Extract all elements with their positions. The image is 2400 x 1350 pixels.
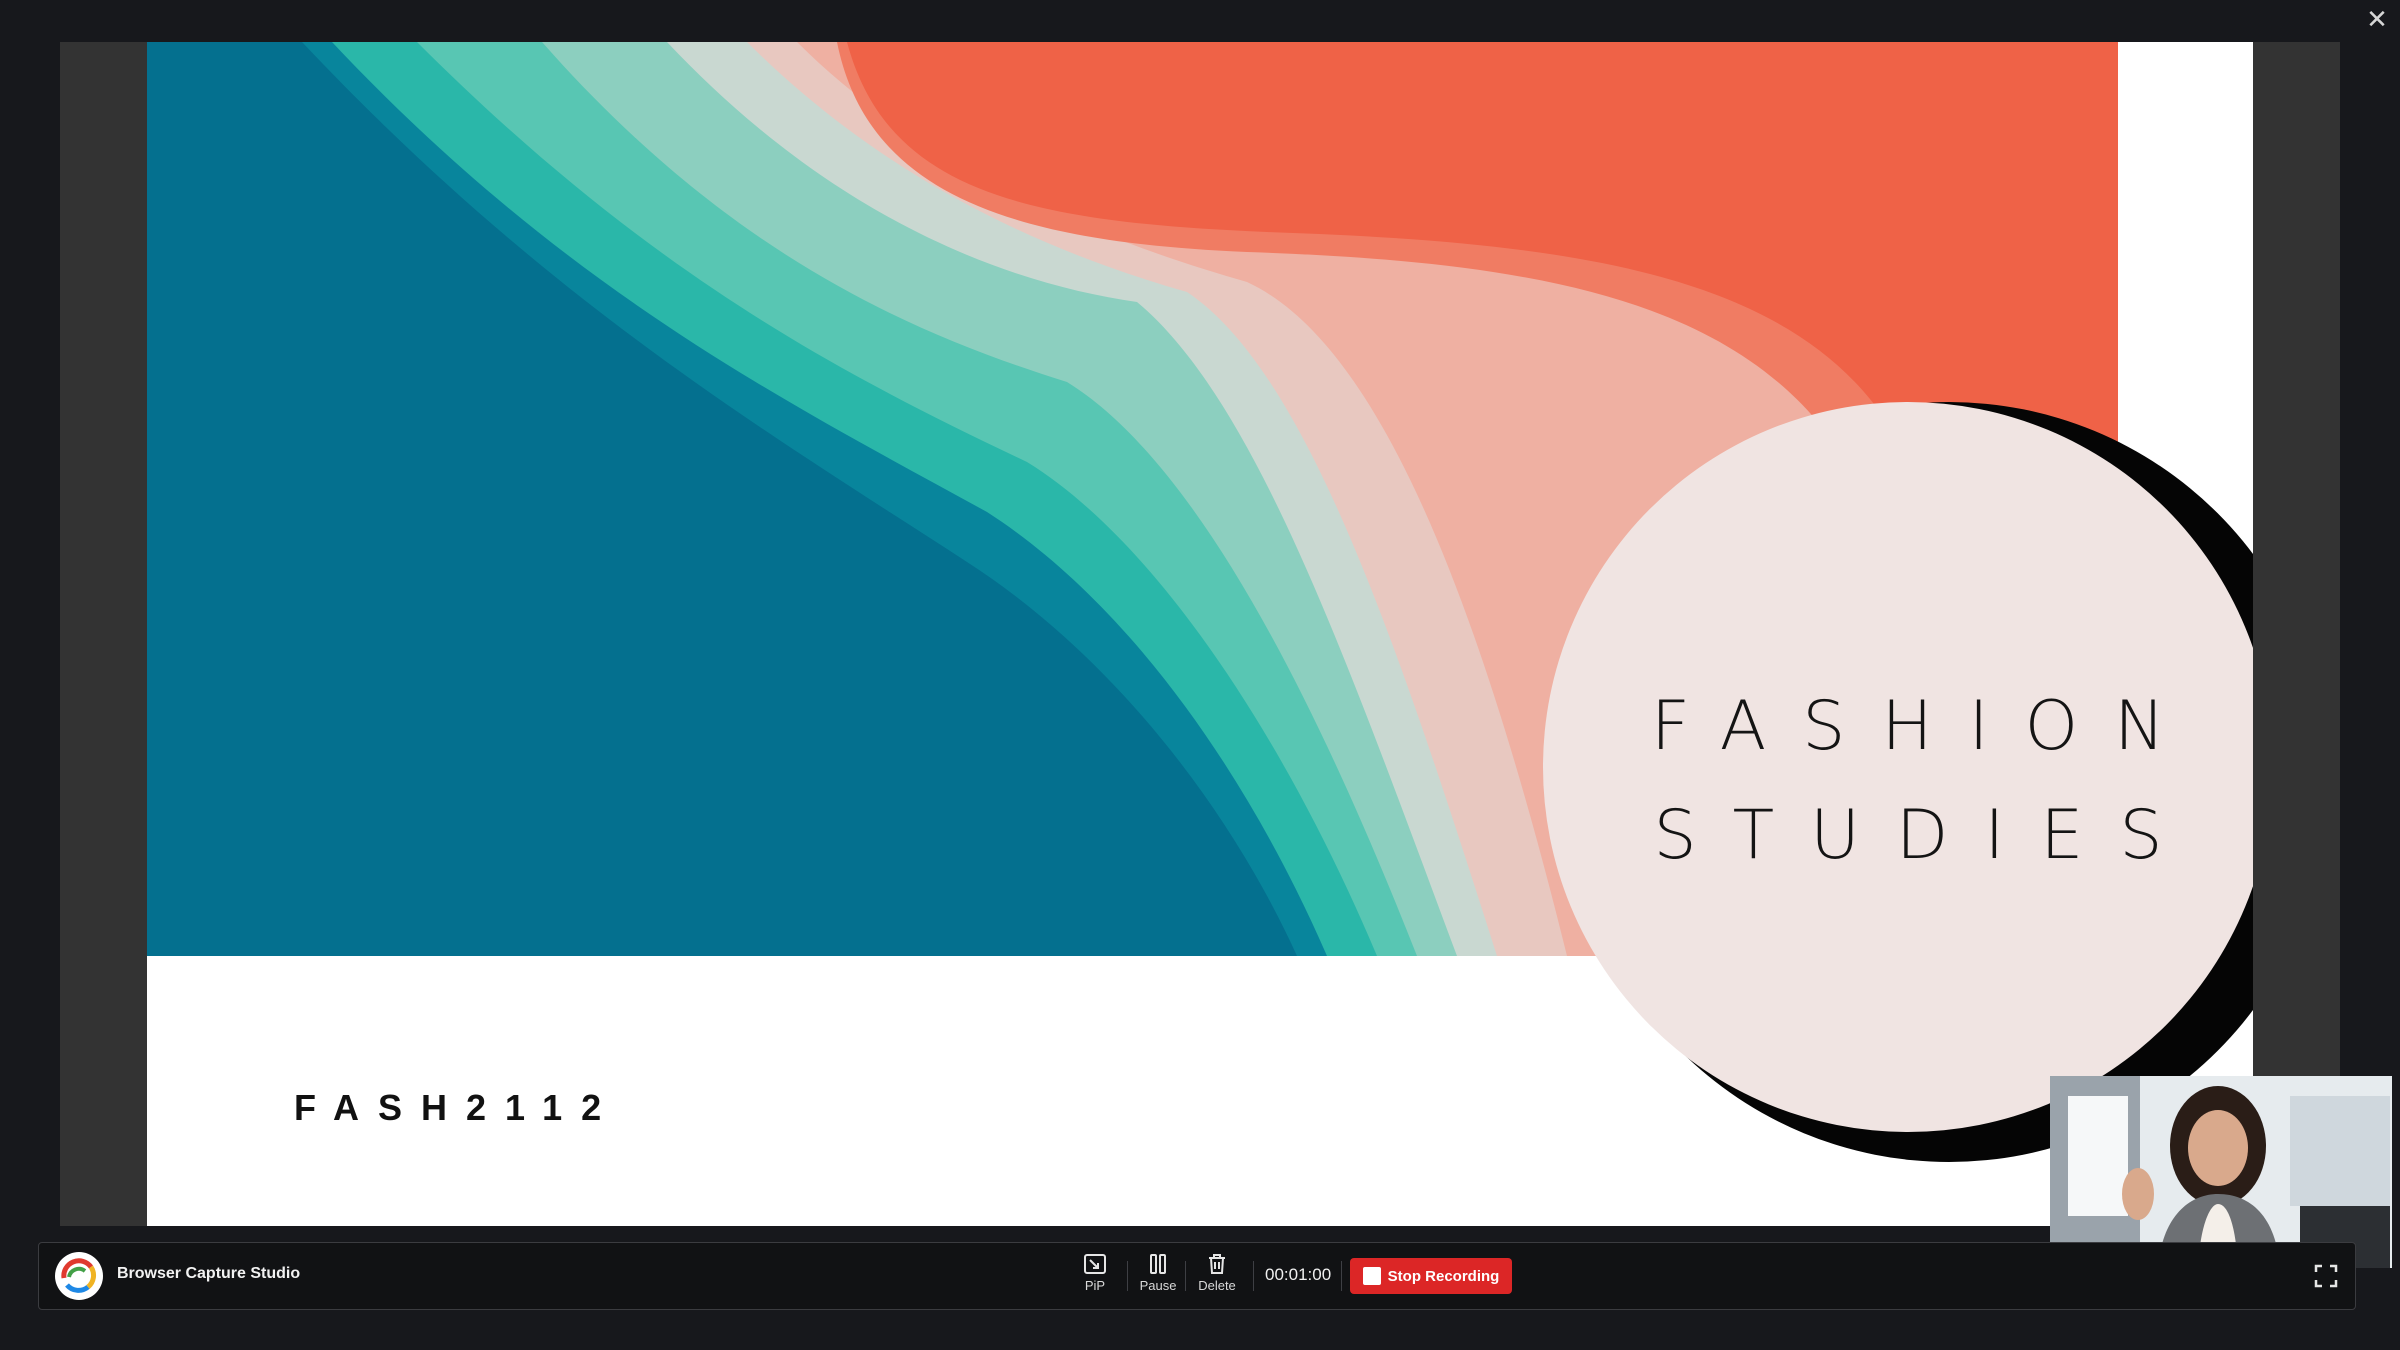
slide-title-line2: STUDIES xyxy=(1653,796,2199,875)
webcam-overlay[interactable] xyxy=(2050,1076,2392,1268)
pause-button[interactable]: Pause xyxy=(1133,1253,1183,1301)
stop-recording-button[interactable]: Stop Recording xyxy=(1350,1258,1512,1294)
pip-label: PiP xyxy=(1084,1278,1106,1293)
pip-button[interactable]: PiP xyxy=(1070,1253,1120,1301)
stop-icon xyxy=(1362,1267,1381,1285)
delete-button[interactable]: Delete xyxy=(1192,1253,1242,1301)
recording-toolbar: Browser Capture Studio PiP Pause Delete … xyxy=(38,1242,2356,1310)
app-logo-icon xyxy=(55,1252,103,1300)
app-name: Browser Capture Studio xyxy=(117,1265,301,1282)
fullscreen-icon[interactable] xyxy=(2313,1263,2339,1289)
toolbar-divider xyxy=(1127,1261,1128,1291)
delete-label: Delete xyxy=(1198,1278,1236,1293)
toolbar-divider xyxy=(1341,1261,1342,1291)
slide-stage: FASHION STUDIES FASH2112 xyxy=(60,42,2392,1268)
presentation-slide: FASHION STUDIES FASH2112 xyxy=(147,42,2253,1226)
stop-recording-label: Stop Recording xyxy=(1387,1267,1500,1285)
pause-label: Pause xyxy=(1139,1278,1177,1293)
trash-icon xyxy=(1209,1254,1225,1274)
slide-title-line1: FASHION xyxy=(1650,687,2202,766)
pip-icon xyxy=(1084,1254,1106,1274)
title-circle: FASHION STUDIES xyxy=(1543,402,2253,1132)
toolbar-divider xyxy=(1253,1261,1254,1291)
pause-icon xyxy=(1150,1254,1166,1274)
course-code: FASH2112 xyxy=(294,1087,621,1128)
recording-timer: 00:01:00 xyxy=(1265,1265,1332,1284)
close-icon[interactable]: ✕ xyxy=(2362,4,2392,34)
toolbar-divider xyxy=(1185,1261,1186,1291)
